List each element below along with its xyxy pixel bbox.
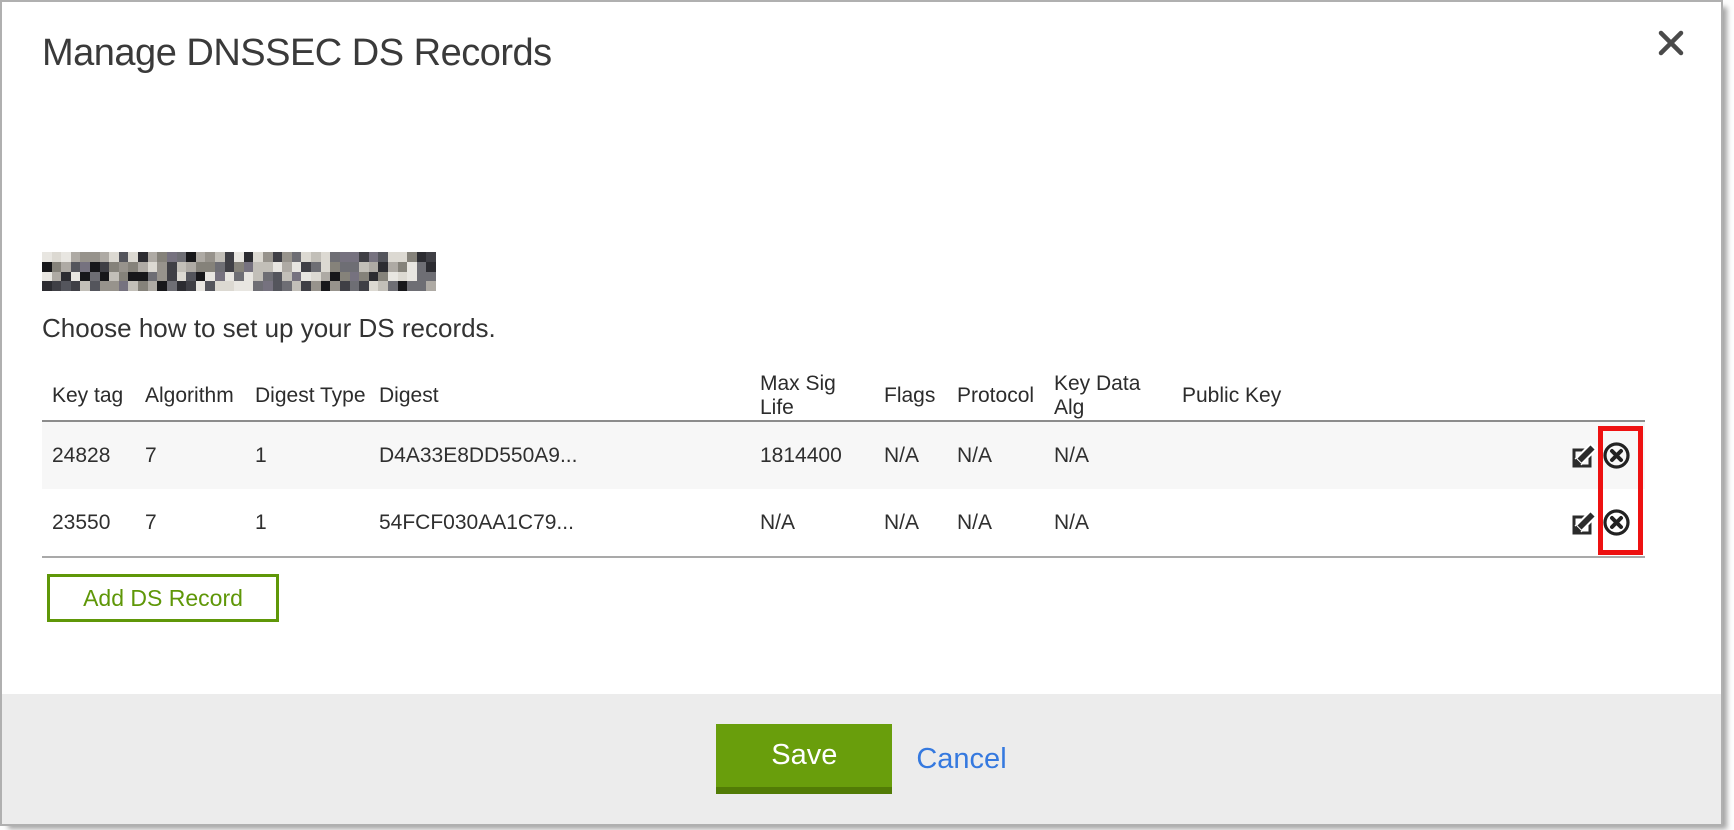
table-row: 235507154FCF030AA1C79...N/AN/AN/AN/A <box>42 489 1645 557</box>
cancel-link[interactable]: Cancel <box>916 743 1006 776</box>
column-header: Flags <box>874 372 947 421</box>
cell-protocol: N/A <box>947 489 1044 557</box>
cell-digest: 54FCF030AA1C79... <box>369 489 750 557</box>
delete-circle-x-icon <box>1602 441 1631 470</box>
column-header: Digest <box>369 372 750 421</box>
ds-records-table: Key tagAlgorithmDigest TypeDigestMax Sig… <box>42 372 1645 558</box>
delete-record-button[interactable] <box>1602 441 1631 470</box>
cell-protocol: N/A <box>947 421 1044 489</box>
edit-pencil-icon <box>1571 443 1597 469</box>
cell-actions <box>1492 421 1645 489</box>
cell-actions <box>1492 489 1645 557</box>
edit-pencil-icon <box>1571 510 1597 536</box>
edit-record-button[interactable] <box>1571 510 1597 536</box>
cell-flags: N/A <box>874 421 947 489</box>
cell-digest: D4A33E8DD550A9... <box>369 421 750 489</box>
add-ds-record-button[interactable]: Add DS Record <box>47 574 279 622</box>
cell-algorithm: 7 <box>135 421 245 489</box>
ds-table-body: 2482871D4A33E8DD550A9...1814400N/AN/AN/A… <box>42 421 1645 557</box>
cell-public-key <box>1172 489 1492 557</box>
cell-digest-type: 1 <box>245 421 369 489</box>
delete-circle-x-icon <box>1602 508 1631 537</box>
column-header: Key tag <box>42 372 135 421</box>
table-row: 2482871D4A33E8DD550A9...1814400N/AN/AN/A <box>42 421 1645 489</box>
cell-public-key <box>1172 421 1492 489</box>
manage-dnssec-modal: Manage DNSSEC DS Records Choose how to s… <box>0 0 1723 826</box>
instruction-text: Choose how to set up your DS records. <box>42 313 496 344</box>
column-header: Protocol <box>947 372 1044 421</box>
close-icon <box>1656 28 1686 61</box>
cell-max-sig-life: 1814400 <box>750 421 874 489</box>
column-header: Public Key <box>1172 372 1492 421</box>
column-header: Key Data Alg <box>1044 372 1172 421</box>
save-button[interactable]: Save <box>716 724 892 794</box>
domain-name-redacted <box>42 252 436 291</box>
page-title: Manage DNSSEC DS Records <box>42 32 552 75</box>
cell-digest-type: 1 <box>245 489 369 557</box>
close-button[interactable] <box>1651 24 1691 64</box>
cell-flags: N/A <box>874 489 947 557</box>
cell-key-tag: 23550 <box>42 489 135 557</box>
column-header: Algorithm <box>135 372 245 421</box>
modal-footer: Save Cancel <box>2 694 1721 824</box>
edit-record-button[interactable] <box>1571 443 1597 469</box>
cell-key-data-alg: N/A <box>1044 489 1172 557</box>
column-header: Digest Type <box>245 372 369 421</box>
table-header-row: Key tagAlgorithmDigest TypeDigestMax Sig… <box>42 372 1645 421</box>
cell-key-tag: 24828 <box>42 421 135 489</box>
cell-max-sig-life: N/A <box>750 489 874 557</box>
column-header-actions <box>1492 372 1645 421</box>
column-header: Max Sig Life <box>750 372 874 421</box>
delete-record-button[interactable] <box>1602 508 1631 537</box>
cell-algorithm: 7 <box>135 489 245 557</box>
cell-key-data-alg: N/A <box>1044 421 1172 489</box>
